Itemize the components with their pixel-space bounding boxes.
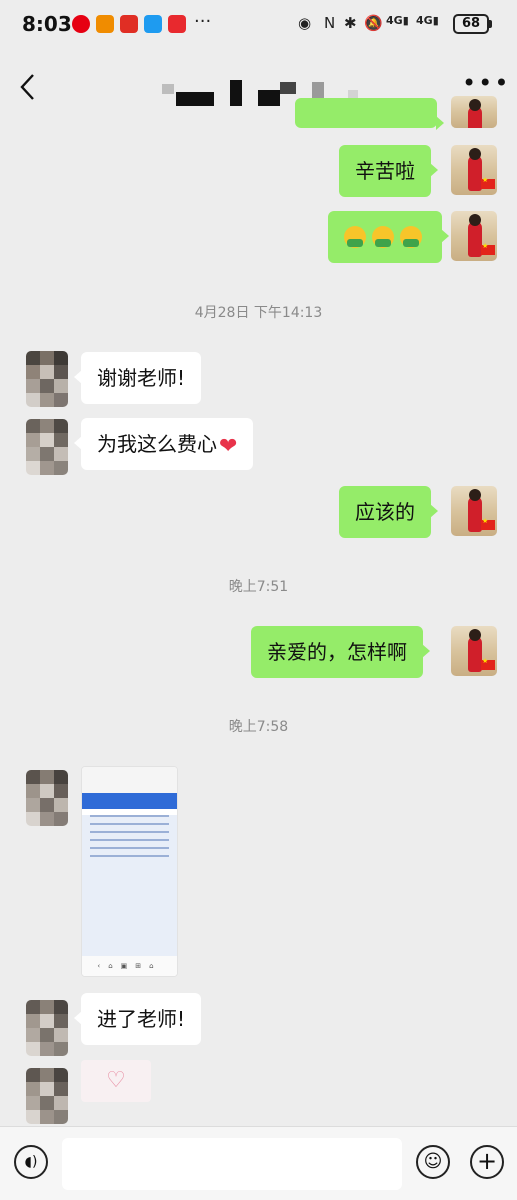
heart-icon: ❤ (219, 434, 238, 459)
metro-app-icon (72, 15, 90, 33)
my-avatar[interactable] (451, 96, 497, 128)
image-status-bar (82, 767, 177, 793)
contact-avatar[interactable] (26, 351, 68, 407)
emoji-icon (372, 226, 394, 248)
chat-area (0, 120, 517, 1126)
my-avatar[interactable] (451, 486, 497, 536)
message-bubble[interactable]: 谢谢老师! (73, 352, 202, 404)
contact-avatar[interactable] (26, 770, 68, 826)
timestamp: 4月28日 下午14:13 (194, 305, 323, 321)
more-actions-button[interactable]: + (470, 1145, 504, 1179)
contact-avatar[interactable] (26, 1000, 68, 1056)
timestamp: 晚上7:51 (228, 579, 289, 595)
message-bubble[interactable]: 辛苦啦 (339, 145, 438, 197)
emoji-icon (400, 226, 422, 248)
emoji-message-bubble[interactable] (328, 211, 449, 263)
emoji-icon (344, 226, 366, 248)
message-bubble-partial[interactable] (295, 98, 444, 130)
shopping-app-icon (96, 15, 114, 33)
image-nav-bar: ‹⌂▣⊞⌂ (82, 956, 177, 976)
my-avatar[interactable] (451, 626, 497, 676)
message-bubble[interactable]: 应该的 (339, 486, 438, 538)
signal-2-icon: 4G▮ (416, 14, 439, 27)
smiley-icon: ☺ (423, 1151, 443, 1172)
voice-icon: ◖) (24, 1154, 38, 1170)
heart-hands-sticker-icon: ♡ (106, 1068, 126, 1093)
message-bubble[interactable]: 进了老师! (73, 993, 202, 1045)
my-avatar[interactable] (451, 145, 497, 195)
image-message[interactable]: ‹⌂▣⊞⌂ (81, 766, 178, 977)
image-content (82, 815, 177, 965)
image-header (82, 793, 177, 809)
message-input[interactable] (62, 1138, 402, 1190)
message-bubble[interactable]: 为我这么费心❤ (73, 418, 254, 470)
message-bubble[interactable]: 亲爱的，怎样啊 (251, 626, 430, 678)
plus-icon: + (476, 1147, 498, 1175)
back-button[interactable] (14, 70, 44, 104)
emoji-picker-button[interactable]: ☺ (416, 1145, 450, 1179)
eye-icon: ◉ (298, 14, 312, 32)
more-notifications-icon: ··· (194, 11, 212, 32)
pinduoduo-app-icon (120, 15, 138, 33)
battery-indicator: 68 (453, 14, 489, 34)
sticker-message[interactable]: ♡ (81, 1060, 151, 1102)
bluetooth-icon: ✱ (344, 14, 357, 32)
news-app-icon (168, 15, 186, 33)
mute-icon: 🔕 (364, 14, 383, 32)
timestamp: 晚上7:58 (228, 719, 289, 735)
my-avatar[interactable] (451, 211, 497, 261)
message-text: 为我这么费心 (97, 432, 217, 456)
signal-1-icon: 4G▮ (386, 14, 409, 27)
contact-avatar[interactable] (26, 1068, 68, 1124)
battery-tip (489, 20, 492, 28)
chevron-left-icon (20, 74, 34, 100)
contact-avatar[interactable] (26, 419, 68, 475)
status-time: 8:03 (22, 12, 72, 36)
alipay-app-icon (144, 15, 162, 33)
voice-input-button[interactable]: ◖) (14, 1145, 48, 1179)
nfc-icon: N (324, 14, 336, 32)
